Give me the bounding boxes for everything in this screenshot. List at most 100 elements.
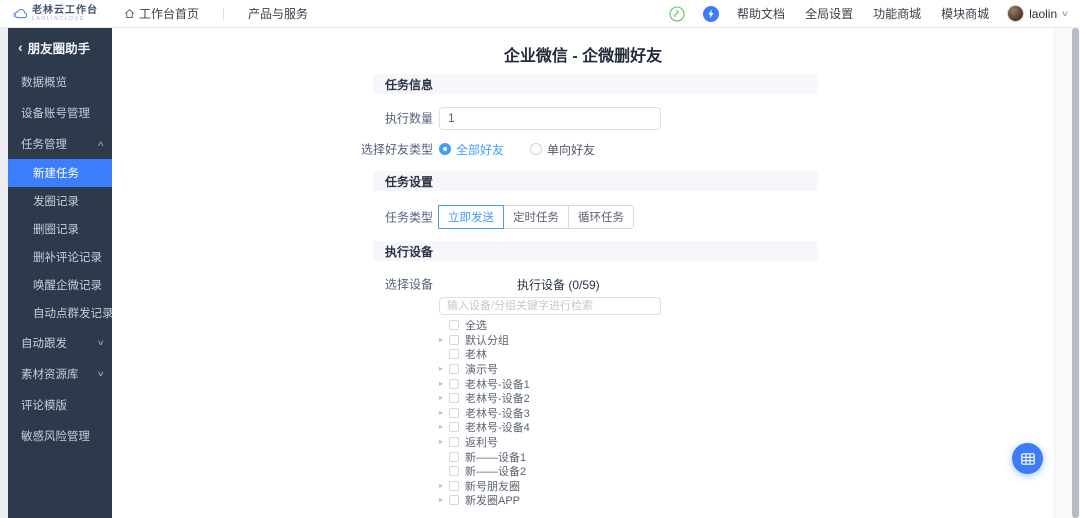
- nav-workbench-home-label: 工作台首页: [139, 7, 200, 21]
- friend-type-radio[interactable]: 全部好友: [439, 141, 504, 158]
- device-checkbox[interactable]: [449, 495, 459, 506]
- expand-arrow-icon[interactable]: ▸: [439, 365, 449, 373]
- device-tree-row[interactable]: 全选: [439, 318, 818, 333]
- expand-arrow-icon[interactable]: ▸: [439, 335, 449, 344]
- device-select-label-col: 选择设备: [373, 275, 433, 293]
- sidebar-item[interactable]: 任务管理 ∧: [8, 128, 112, 159]
- sidebar-item[interactable]: 设备账号管理: [8, 97, 112, 128]
- nav-menu-item[interactable]: 全局设置: [805, 5, 853, 22]
- sidebar-item-label: 任务管理: [21, 138, 67, 151]
- task-type-button[interactable]: 立即发送: [438, 205, 504, 229]
- exec-count-row: 执行数量: [373, 106, 818, 130]
- device-tree-row[interactable]: 新——设备2: [439, 464, 818, 479]
- device-tree-row[interactable]: ▸ 新号朋友圈: [439, 479, 818, 494]
- device-checkbox[interactable]: [449, 466, 459, 477]
- section-task-info: 任务信息: [373, 74, 818, 94]
- sidebar-title: 朋友圈助手: [27, 41, 91, 56]
- brand-logo[interactable]: 老林云工作台 LAOLINCLOUD: [12, 5, 98, 22]
- device-tree-row[interactable]: ▸ 老林号-设备2: [439, 391, 818, 406]
- sidebar-item[interactable]: 数据概览: [8, 66, 112, 97]
- scrollbar-thumb[interactable]: [1072, 28, 1079, 518]
- expand-arrow-icon[interactable]: ▸: [439, 481, 449, 490]
- sidebar-item[interactable]: 唤醒企微记录: [8, 271, 112, 299]
- section-exec-device: 执行设备: [373, 241, 818, 261]
- sidebar-item[interactable]: 发圈记录: [8, 187, 112, 215]
- sidebar-item[interactable]: 自动跟发 ∨: [8, 327, 112, 358]
- device-checkbox[interactable]: [449, 334, 459, 345]
- device-checkbox[interactable]: [449, 407, 459, 418]
- expand-arrow-icon[interactable]: ▸: [439, 496, 449, 504]
- sidebar-item[interactable]: 素材资源库 ∨: [8, 358, 112, 389]
- expand-arrow-icon[interactable]: ▸: [439, 423, 449, 431]
- nav-workbench-home[interactable]: 工作台首页: [124, 5, 199, 22]
- device-tree-row[interactable]: ▸ 默认分组: [439, 333, 818, 348]
- radio-label: 单向好友: [547, 142, 596, 157]
- device-tree-row[interactable]: 老林: [439, 347, 818, 362]
- device-label: 老林号-设备3: [465, 407, 530, 420]
- device-checkbox[interactable]: [449, 480, 459, 491]
- device-tree-row[interactable]: 新——设备1: [439, 449, 818, 464]
- nav-divider: [223, 7, 225, 20]
- device-tree-row[interactable]: ▸ 老林号-设备4: [439, 420, 818, 435]
- device-checkbox[interactable]: [449, 437, 459, 448]
- sidebar-item[interactable]: 评论模版: [8, 389, 112, 420]
- device-checkbox[interactable]: [449, 451, 459, 462]
- home-icon: [125, 8, 134, 19]
- grid-icon: [1020, 452, 1035, 465]
- friend-type-radio[interactable]: 单向好友: [530, 141, 595, 158]
- sidebar-back-header[interactable]: ‹ 朋友圈助手: [8, 28, 112, 66]
- device-label: 老林: [465, 349, 487, 362]
- task-type-label: 任务类型: [384, 210, 433, 225]
- device-checkbox[interactable]: [449, 378, 459, 389]
- nav-products[interactable]: 产品与服务: [248, 5, 308, 22]
- device-checkbox[interactable]: [449, 320, 459, 331]
- sidebar-item-label: 自动点群发记录: [33, 308, 114, 320]
- device-checkbox[interactable]: [449, 364, 459, 375]
- expand-arrow-icon[interactable]: ▸: [439, 408, 449, 417]
- friend-type-options: 全部好友 单向好友: [439, 139, 621, 159]
- connection-status-icon[interactable]: [669, 5, 685, 22]
- user-menu[interactable]: laolin ∨: [1007, 5, 1070, 22]
- sidebar-item-label: 自动跟发: [21, 337, 67, 350]
- task-type-button-label: 循环任务: [578, 212, 624, 224]
- sidebar-item[interactable]: 删圈记录: [8, 215, 112, 243]
- radio-icon: [439, 143, 451, 155]
- sidebar-item-label: 素材资源库: [21, 368, 79, 381]
- sidebar-item[interactable]: 敏感风险管理: [8, 420, 112, 451]
- device-tree-row[interactable]: ▸ 返利号: [439, 435, 818, 450]
- quick-apps-fab-button[interactable]: [1012, 443, 1043, 474]
- chevron-down-icon: ∨: [1060, 9, 1070, 18]
- device-checkbox[interactable]: [449, 393, 459, 404]
- nav-menu-item[interactable]: 帮助文档: [737, 5, 785, 22]
- sidebar-item[interactable]: 自动点群发记录: [8, 299, 114, 327]
- expand-arrow-icon[interactable]: ▸: [439, 379, 449, 388]
- task-type-label-col: 任务类型: [373, 205, 433, 229]
- sidebar-item[interactable]: 新建任务: [8, 159, 112, 187]
- friend-type-label: 选择好友类型: [360, 142, 433, 157]
- device-panel-title: 执行设备 (0/59): [517, 277, 600, 292]
- device-search-input[interactable]: [439, 297, 661, 315]
- exec-count-input[interactable]: [439, 106, 661, 130]
- nav-menu-item[interactable]: 模块商城: [941, 5, 989, 22]
- task-type-button[interactable]: 定时任务: [503, 205, 569, 229]
- sidebar-item-label: 删圈记录: [33, 224, 79, 236]
- expand-arrow-icon[interactable]: ▸: [439, 394, 449, 402]
- sidebar-item[interactable]: 删补评论记录: [8, 243, 112, 271]
- device-label: 新——设备1: [465, 451, 527, 464]
- section-task-settings: 任务设置: [373, 171, 818, 191]
- device-tree-row[interactable]: ▸ 老林号-设备3: [439, 406, 818, 421]
- quick-boost-icon[interactable]: [703, 5, 720, 22]
- device-tree-row[interactable]: ▸ 演示号: [439, 362, 818, 377]
- device-checkbox[interactable]: [449, 349, 459, 360]
- main-content: 企业微信 - 企微删好友 任务信息 执行数量 选择好友类型: [112, 28, 1054, 518]
- task-type-button[interactable]: 循环任务: [568, 205, 634, 229]
- nav-menu-item[interactable]: 功能商城: [873, 5, 921, 22]
- device-checkbox[interactable]: [449, 422, 459, 433]
- scrollbar-track: [1054, 28, 1080, 518]
- expand-arrow-icon[interactable]: ▸: [439, 438, 449, 446]
- device-select-label: 选择设备: [384, 277, 433, 292]
- device-tree-row[interactable]: ▸ 老林号-设备1: [439, 376, 818, 391]
- device-tree-row[interactable]: ▸ 新发圈APP: [439, 493, 818, 508]
- task-type-row: 任务类型 立即发送 定时任务 循环任务: [373, 205, 818, 229]
- left-gutter: [0, 28, 8, 518]
